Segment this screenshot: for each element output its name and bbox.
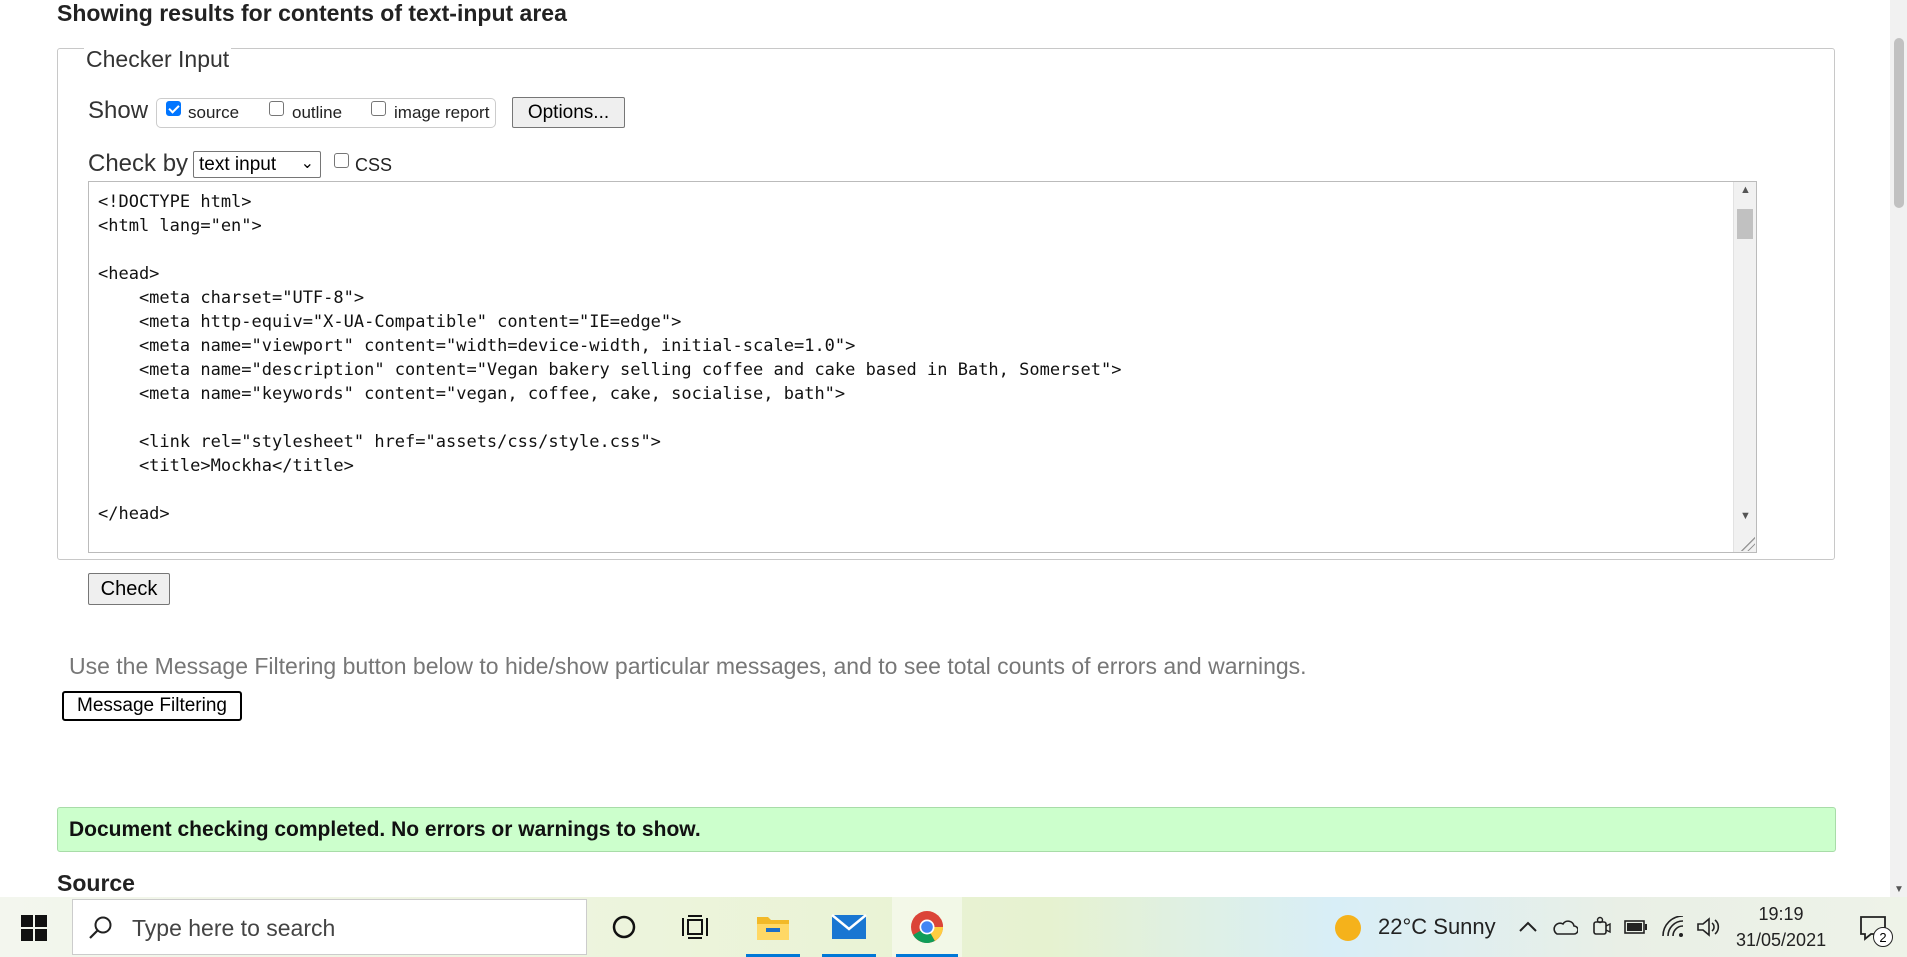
- source-code[interactable]: <!DOCTYPE html> <html lang="en"> <head> …: [98, 190, 1122, 526]
- chevron-up-icon[interactable]: [1516, 915, 1540, 939]
- check-by-select[interactable]: text input ⌄: [193, 151, 321, 178]
- resize-handle-icon[interactable]: [1741, 537, 1755, 551]
- options-button[interactable]: Options...: [512, 97, 625, 128]
- cortana-icon[interactable]: [606, 911, 642, 943]
- wifi-icon[interactable]: [1660, 915, 1686, 939]
- check-button[interactable]: Check: [88, 573, 170, 605]
- search-icon: [87, 914, 115, 942]
- scroll-up-icon[interactable]: ▲: [1740, 184, 1751, 196]
- css-checkbox-label[interactable]: CSS: [355, 155, 392, 176]
- source-heading: Source: [57, 870, 135, 896]
- source-textarea[interactable]: <!DOCTYPE html> <html lang="en"> <head> …: [88, 181, 1757, 553]
- clock-time: 19:19: [1758, 904, 1804, 924]
- mail-icon[interactable]: [818, 897, 880, 957]
- check-by-label: Check by: [88, 150, 189, 177]
- browser-page: Showing results for contents of text-inp…: [0, 0, 1907, 897]
- checker-input-legend: Checker Input: [84, 46, 232, 73]
- page-scrollbar[interactable]: ▼: [1890, 0, 1907, 897]
- taskbar: Type here to search 22°C Sunny 19:19 31/…: [0, 897, 1907, 957]
- taskbar-clock[interactable]: 19:19 31/05/2021: [1736, 901, 1826, 953]
- css-checkbox[interactable]: [334, 153, 349, 168]
- outline-checkbox-label[interactable]: outline: [292, 103, 342, 123]
- file-explorer-icon[interactable]: [742, 897, 804, 957]
- meet-now-icon[interactable]: [1590, 915, 1612, 939]
- source-checkbox-label[interactable]: source: [188, 103, 239, 123]
- taskbar-search-box[interactable]: Type here to search: [72, 899, 587, 955]
- weather-sun-icon[interactable]: [1333, 913, 1363, 943]
- clock-date: 31/05/2021: [1736, 930, 1827, 950]
- page-scroll-thumb[interactable]: [1894, 38, 1904, 208]
- speaker-icon[interactable]: [1695, 915, 1721, 939]
- show-label: Show: [88, 97, 149, 124]
- scroll-down-icon[interactable]: ▼: [1740, 510, 1751, 522]
- check-by-select-value: text input: [199, 154, 277, 175]
- textarea-scroll-thumb[interactable]: [1737, 209, 1753, 239]
- image-report-checkbox[interactable]: [371, 101, 386, 116]
- page-scroll-down-icon[interactable]: ▼: [1894, 884, 1904, 895]
- windows-start-icon[interactable]: [18, 912, 50, 944]
- battery-icon[interactable]: [1623, 915, 1649, 939]
- source-checkbox[interactable]: [166, 101, 181, 116]
- weather-text[interactable]: 22°C Sunny: [1378, 914, 1496, 940]
- message-filtering-hint: Use the Message Filtering button below t…: [69, 653, 1307, 679]
- image-report-checkbox-label[interactable]: image report: [394, 103, 489, 123]
- chevron-down-icon: ⌄: [300, 155, 314, 172]
- message-filtering-button[interactable]: Message Filtering: [62, 691, 242, 721]
- textarea-scrollbar[interactable]: ▲ ▼: [1733, 182, 1756, 552]
- onedrive-icon[interactable]: [1552, 915, 1578, 939]
- notification-count-badge: 2: [1873, 927, 1893, 947]
- search-placeholder: Type here to search: [132, 915, 336, 941]
- task-view-icon[interactable]: [677, 911, 713, 943]
- outline-checkbox[interactable]: [269, 101, 284, 116]
- chrome-icon[interactable]: [892, 897, 962, 957]
- results-heading: Showing results for contents of text-inp…: [57, 0, 567, 26]
- notification-icon[interactable]: 2: [1855, 911, 1893, 947]
- success-message: Document checking completed. No errors o…: [57, 807, 1836, 852]
